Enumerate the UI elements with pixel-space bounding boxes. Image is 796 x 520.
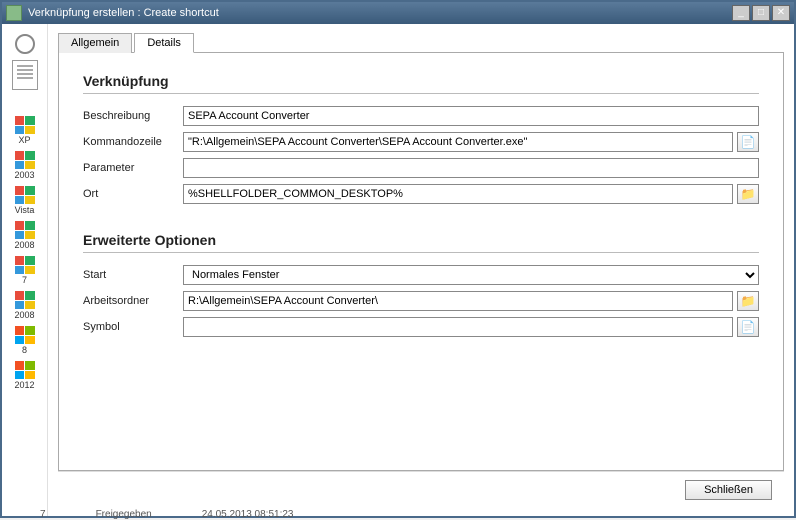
os-7[interactable]: 7 [15,256,35,285]
status-col1: 7 [40,509,46,520]
browse-exe-button[interactable]: 📄 [737,132,759,152]
divider [83,93,759,94]
browse-symbol-button[interactable]: 📄 [737,317,759,337]
label-beschreibung: Beschreibung [83,110,183,122]
row-symbol: Symbol 📄 [83,317,759,337]
titlebar[interactable]: Verknüpfung erstellen : Create shortcut … [2,2,794,24]
window-controls: _ □ ✕ [732,5,790,21]
browse-folder-button[interactable]: 📁 [737,291,759,311]
body: XP 2003 Vista 2008 7 2008 8 2012 Allgeme… [2,24,794,516]
reload-icon[interactable] [15,34,35,54]
input-arbeitsordner[interactable] [183,291,733,311]
maximize-button[interactable]: □ [752,5,770,21]
app-icon [6,5,22,21]
row-parameter: Parameter [83,158,759,178]
tab-details[interactable]: Details [134,33,194,53]
document-icon[interactable] [12,60,38,90]
os-2012[interactable]: 2012 [14,361,34,390]
row-arbeitsordner: Arbeitsordner 📁 [83,291,759,311]
label-ort: Ort [83,188,183,200]
close-button[interactable]: Schließen [685,480,772,500]
input-beschreibung[interactable] [183,106,759,126]
dialog-window: Verknüpfung erstellen : Create shortcut … [0,0,796,518]
row-beschreibung: Beschreibung [83,106,759,126]
close-window-button[interactable]: ✕ [772,5,790,21]
background-status-row: 7 Freigegeben 24.05.2013 08:51:23 [40,509,293,520]
os-8[interactable]: 8 [15,326,35,355]
browse-ort-button[interactable]: 📁 [737,184,759,204]
main-panel: Allgemein Details Verknüpfung Beschreibu… [48,24,794,516]
label-parameter: Parameter [83,162,183,174]
os-xp[interactable]: XP [15,116,35,145]
window-title: Verknüpfung erstellen : Create shortcut [28,7,219,19]
os-2003[interactable]: 2003 [14,151,34,180]
os-2008[interactable]: 2008 [14,221,34,250]
tab-allgemein[interactable]: Allgemein [58,33,132,53]
os-vista[interactable]: Vista [15,186,35,215]
divider [83,252,759,253]
label-symbol: Symbol [83,321,183,333]
row-kommandozeile: Kommandozeile 📄 [83,132,759,152]
status-col2: Freigegeben [96,509,152,520]
tabbar: Allgemein Details [58,32,784,53]
input-ort[interactable] [183,184,733,204]
status-col3: 24.05.2013 08:51:23 [202,509,294,520]
left-rail: XP 2003 Vista 2008 7 2008 8 2012 [2,24,48,516]
input-parameter[interactable] [183,158,759,178]
row-ort: Ort 📁 [83,184,759,204]
minimize-button[interactable]: _ [732,5,750,21]
label-arbeitsordner: Arbeitsordner [83,295,183,307]
select-start[interactable]: Normales Fenster [183,265,759,285]
label-kommandozeile: Kommandozeile [83,136,183,148]
input-kommandozeile[interactable] [183,132,733,152]
input-symbol[interactable] [183,317,733,337]
section-extended-title: Erweiterte Optionen [83,232,759,248]
row-start: Start Normales Fenster [83,265,759,285]
os-2008r2[interactable]: 2008 [14,291,34,320]
details-panel: Verknüpfung Beschreibung Kommandozeile 📄… [58,53,784,471]
section-shortcut-title: Verknüpfung [83,73,759,89]
footer: Schließen [58,471,784,508]
label-start: Start [83,269,183,281]
